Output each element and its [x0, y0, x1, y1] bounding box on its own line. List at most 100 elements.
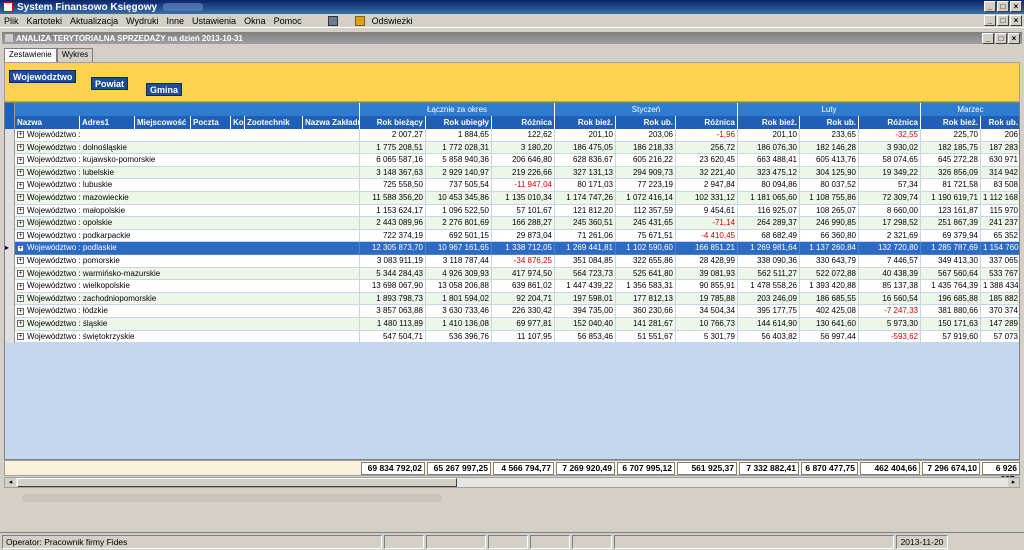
expand-icon[interactable]: +	[17, 282, 24, 290]
expand-icon[interactable]: +	[17, 307, 24, 315]
table-row[interactable]: + Województwo : wielkopolskie 13 698 067,9…	[5, 280, 1019, 293]
expand-icon[interactable]: +	[17, 194, 24, 202]
scroll-left-icon[interactable]: ◂	[5, 478, 16, 487]
expand-icon[interactable]: +	[17, 295, 24, 303]
table-row[interactable]: + Województwo : łódzkie 3 857 063,88 3 630 …	[5, 305, 1019, 318]
table-row[interactable]: + Województwo : kujawsko-pomorskie 6 065 5…	[5, 154, 1019, 167]
value-cell: 108 265,07	[800, 204, 859, 218]
expand-icon[interactable]: +	[17, 257, 24, 265]
column-header[interactable]: Miejscowość	[135, 116, 191, 129]
menu-item[interactable]: Ustawienia	[188, 16, 240, 26]
group-chip-gmina[interactable]: Gmina	[146, 83, 183, 96]
menu-item[interactable]: Okna	[240, 16, 270, 26]
expand-icon[interactable]: +	[17, 244, 24, 252]
expand-icon[interactable]: +	[17, 131, 24, 139]
expand-icon[interactable]: +	[17, 181, 24, 189]
refresh-label[interactable]: Odświeżki	[368, 16, 417, 26]
menu-item[interactable]: Wydruki	[122, 16, 162, 26]
column-header[interactable]: Rok ubiegły	[426, 116, 492, 129]
horizontal-scrollbar[interactable]: ◂ ▸	[4, 477, 1020, 488]
column-header[interactable]: Rok ub.	[616, 116, 676, 129]
table-row[interactable]: + Województwo : świętokrzyskie 547 504,71 5…	[5, 330, 1019, 344]
column-header[interactable]: Poczta	[191, 116, 231, 129]
column-header[interactable]: Ko	[231, 116, 245, 129]
column-header[interactable]: Rok bież.	[738, 116, 800, 129]
subwindow-close-button[interactable]: ×	[1008, 33, 1020, 44]
expand-icon[interactable]: +	[17, 143, 24, 151]
mdi-close-button[interactable]: ×	[1010, 15, 1022, 26]
column-header[interactable]: Rok bież.	[921, 116, 981, 129]
table-row[interactable]: + Województwo : zachodniopomorskie 1 893 7…	[5, 292, 1019, 306]
menu-item[interactable]: Plik	[0, 16, 23, 26]
value-cell: 322 655,86	[616, 255, 676, 268]
value-cell: 11 107,95	[492, 330, 555, 344]
close-button[interactable]: ×	[1010, 1, 1022, 12]
value-cell: 567 560,64	[921, 267, 981, 281]
group-chip-powiat[interactable]: Powiat	[91, 77, 129, 90]
column-header[interactable]: Nazwa	[15, 116, 80, 129]
column-header[interactable]: Różnica	[492, 116, 555, 129]
value-cell: 1 410 136,08	[426, 318, 492, 331]
menu-item[interactable]: Aktualizacja	[66, 16, 122, 26]
value-cell: 645 272,28	[921, 154, 981, 167]
table-row[interactable]: + Województwo :2 007,27 1 884,65 122,62 201,…	[5, 129, 1019, 142]
tab-wykres[interactable]: Wykres	[56, 48, 94, 62]
value-cell: 5 301,79	[676, 330, 738, 344]
expand-icon[interactable]: +	[17, 269, 24, 277]
value-cell: 256,72	[676, 141, 738, 155]
value-cell: 57,34	[859, 179, 921, 192]
scroll-right-icon[interactable]: ▸	[1008, 478, 1019, 487]
table-row[interactable]: + Województwo : śląskie 1 480 113,89 1 410 …	[5, 318, 1019, 331]
value-cell: 251 867,39	[921, 217, 981, 230]
mdi-restore-button[interactable]: □	[997, 15, 1009, 26]
column-header[interactable]: Adres1	[80, 116, 135, 129]
table-row[interactable]: + Województwo : warmińsko-mazurskie 5 344 …	[5, 267, 1019, 281]
document-icon	[5, 34, 13, 42]
menu-item[interactable]: Kartoteki	[23, 16, 67, 26]
value-cell: 1 072 416,14	[616, 192, 676, 205]
table-row[interactable]: ▸ + Województwo : podlaskie 12 305 873,70 10…	[5, 242, 1019, 255]
expand-icon[interactable]: +	[17, 232, 24, 240]
table-row[interactable]: + Województwo : podkarpackie 722 374,19 692…	[5, 229, 1019, 243]
minimize-button[interactable]: _	[984, 1, 996, 12]
subwindow-maximize-button[interactable]: □	[995, 33, 1007, 44]
table-row[interactable]: + Województwo : małopolskie 1 153 624,17 1 …	[5, 204, 1019, 218]
row-indicator	[5, 166, 15, 180]
subwindow-minimize-button[interactable]: _	[982, 33, 994, 44]
table-row[interactable]: + Województwo : opolskie 2 443 089,96 2 276…	[5, 217, 1019, 230]
table-row[interactable]: + Województwo : lubuskie 725 558,50 737 505…	[5, 179, 1019, 192]
refresh-icon[interactable]	[354, 15, 365, 26]
column-header[interactable]: Rok ub.	[800, 116, 859, 129]
scroll-thumb[interactable]	[17, 478, 457, 487]
menu-item[interactable]: Inne	[163, 16, 189, 26]
name-cell: + Województwo : podlaskie	[15, 242, 360, 255]
menu-item[interactable]: Pomoc	[270, 16, 306, 26]
column-header[interactable]: Różnica	[859, 116, 921, 129]
value-cell: 737 505,54	[426, 179, 492, 192]
calculator-icon[interactable]	[327, 15, 338, 26]
column-header[interactable]: Różnica	[676, 116, 738, 129]
expand-icon[interactable]: +	[17, 320, 24, 328]
maximize-button[interactable]: □	[997, 1, 1009, 12]
column-header[interactable]: Nazwa Zakładu	[303, 116, 360, 129]
column-header[interactable]: Rok bież.	[555, 116, 616, 129]
expand-icon[interactable]: +	[17, 206, 24, 214]
expand-icon[interactable]: +	[17, 332, 24, 340]
value-cell: 402 425,08	[800, 305, 859, 318]
column-header[interactable]: Rok ub.	[981, 116, 1019, 129]
group-chip-wojewodztwo[interactable]: Województwo	[9, 70, 77, 83]
table-row[interactable]: + Województwo : mazowieckie 11 588 356,20 1…	[5, 192, 1019, 205]
expand-icon[interactable]: +	[17, 156, 24, 164]
table-row[interactable]: + Województwo : dolnośląskie 1 775 208,51 1…	[5, 141, 1019, 155]
mdi-minimize-button[interactable]: _	[984, 15, 996, 26]
expand-icon[interactable]: +	[17, 219, 24, 227]
table-row[interactable]: + Województwo : lubelskie 3 148 367,63 2 92…	[5, 166, 1019, 180]
column-header[interactable]: Rok bieżący	[360, 116, 426, 129]
value-cell: 1 108 755,86	[800, 192, 859, 205]
data-grid: Łącznie za okres Styczeń Luty Marzec Nazwa Ad…	[4, 102, 1020, 460]
tab-zestawienie[interactable]: Zestawienie	[4, 48, 57, 62]
expand-icon[interactable]: +	[17, 169, 24, 177]
column-header[interactable]: Zootechnik	[245, 116, 303, 129]
status-bar: Operator: Pracownik firmy Fides 2013-11-…	[0, 532, 1024, 550]
table-row[interactable]: + Województwo : pomorskie 3 083 911,19 3 11…	[5, 255, 1019, 268]
